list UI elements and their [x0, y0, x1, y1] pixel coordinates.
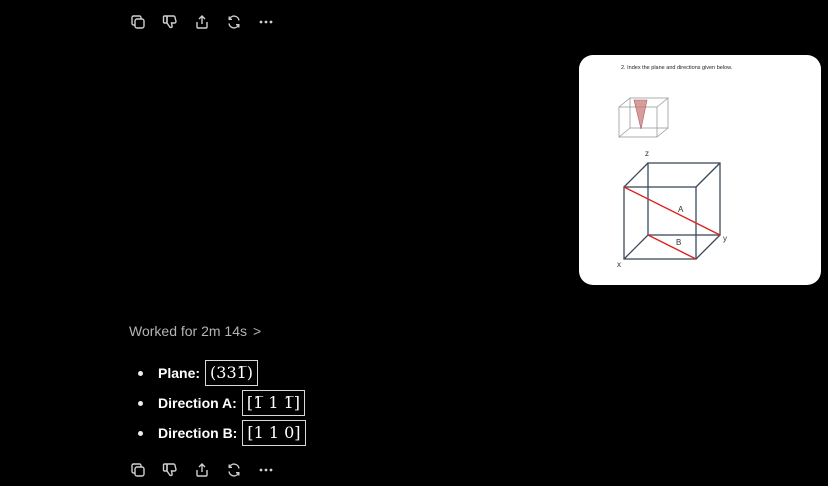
thumbs-down-button[interactable] [160, 460, 180, 480]
more-icon [259, 468, 273, 472]
thumbs-down-button[interactable] [160, 12, 180, 32]
chevron-right-icon: > [253, 323, 262, 339]
regenerate-icon [228, 463, 240, 477]
copy-button[interactable] [128, 12, 148, 32]
thumbs-down-icon [162, 463, 177, 477]
direction-a-label: A [678, 205, 684, 214]
more-button[interactable] [256, 12, 276, 32]
list-item: Plane: (331̅) [138, 358, 306, 388]
share-button[interactable] [192, 460, 212, 480]
answer-label: Direction A: [158, 395, 237, 411]
chat-page: 2. Index the plane and directions given … [0, 0, 828, 486]
answer-list: Plane: (331̅) Direction A: [1̅ 1 1̅] Dir… [138, 358, 306, 448]
thumbs-down-icon [162, 15, 177, 29]
message-actions-bottom [128, 460, 276, 480]
axis-z-label: z [645, 149, 649, 158]
share-icon [196, 463, 208, 477]
axis-y-label: y [723, 234, 727, 243]
message-actions-top [128, 12, 276, 32]
answer-label: Plane: [158, 365, 201, 381]
answer-label: Direction B: [158, 425, 238, 441]
bullet-icon [138, 430, 143, 436]
answer-value: [1 1 0] [242, 420, 306, 446]
copy-button[interactable] [128, 460, 148, 480]
bullet-icon [138, 400, 143, 406]
regenerate-icon [228, 15, 240, 29]
bullet-icon [138, 370, 143, 376]
answer-value: (331̅) [205, 360, 259, 386]
shaded-plane [633, 99, 648, 130]
direction-a-line [623, 186, 721, 236]
thinking-duration-toggle[interactable]: Worked for 2m 14s > [129, 323, 261, 339]
uploaded-image[interactable]: 2. Index the plane and directions given … [579, 55, 821, 285]
share-button[interactable] [192, 12, 212, 32]
list-item: Direction B: [1 1 0] [138, 418, 306, 448]
question-text: 2. Index the plane and directions given … [621, 65, 733, 71]
more-icon [259, 20, 273, 24]
crystal-diagram: 2. Index the plane and directions given … [617, 65, 733, 269]
list-item: Direction A: [1̅ 1 1̅] [138, 388, 306, 418]
copy-icon [131, 463, 145, 477]
regenerate-button[interactable] [224, 12, 244, 32]
answer-value: [1̅ 1 1̅] [241, 390, 306, 416]
direction-b-line [647, 234, 697, 260]
axis-x-label: x [617, 260, 621, 269]
regenerate-button[interactable] [224, 460, 244, 480]
direction-b-label: B [676, 238, 681, 247]
copy-icon [131, 15, 145, 29]
thinking-duration-text: Worked for 2m 14s [129, 323, 248, 339]
share-icon [196, 15, 208, 29]
more-button[interactable] [256, 460, 276, 480]
